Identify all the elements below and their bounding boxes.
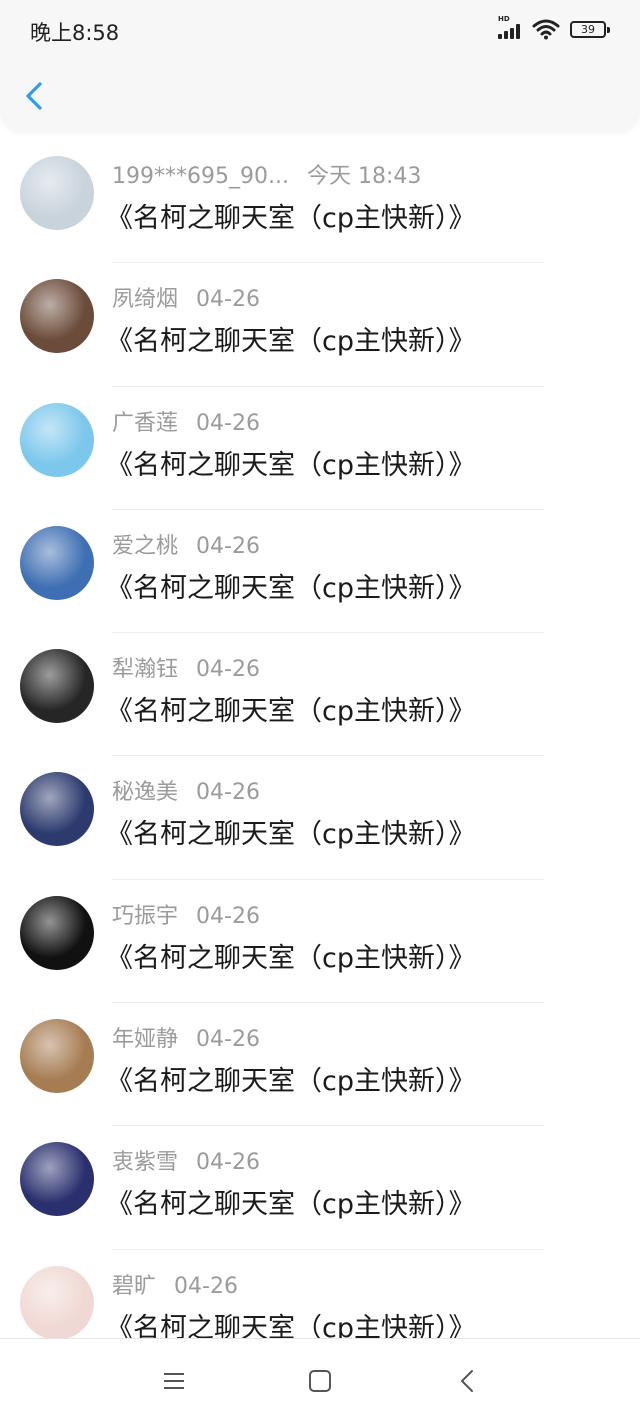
nav-header (0, 60, 640, 132)
sender-name: 广香莲 (112, 410, 179, 436)
message-list: 199***695_90... 今天 18:43 《名柯之聊天室（cp主快新）》 夙绮… (0, 140, 640, 1373)
avatar[interactable] (20, 156, 94, 230)
network-label: HD (498, 15, 510, 23)
sender-name: 199***695_90... (112, 164, 289, 189)
back-button[interactable] (18, 78, 54, 114)
list-item[interactable]: 爱之桃 04-26 《名柯之聊天室（cp主快新）》 (0, 510, 640, 634)
item-meta: 衷紫雪 04-26 (112, 1144, 260, 1176)
story-title: 《名柯之聊天室（cp主快新）》 (106, 326, 476, 358)
status-icons: HD 39 (498, 15, 610, 43)
menu-icon[interactable] (160, 1367, 188, 1395)
status-bar: 晚上8:58 HD 39 (0, 0, 640, 60)
story-title: 《名柯之聊天室（cp主快新）》 (106, 572, 476, 604)
system-nav-bar (0, 1338, 640, 1423)
timestamp: 04-26 (196, 657, 260, 683)
sender-name: 爱之桃 (112, 533, 179, 559)
item-meta: 199***695_90... 今天 18:43 (112, 158, 421, 190)
list-item[interactable]: 衷紫雪 04-26 《名柯之聊天室（cp主快新）》 (0, 1126, 640, 1250)
sender-name: 巧振宇 (112, 903, 179, 929)
item-meta: 广香莲 04-26 (112, 405, 260, 437)
wifi-icon (532, 19, 560, 40)
timestamp: 04-26 (174, 1273, 238, 1299)
timestamp: 今天 18:43 (306, 164, 422, 189)
list-item[interactable]: 秘逸美 04-26 《名柯之聊天室（cp主快新）》 (0, 756, 640, 880)
sender-name: 夙绮烟 (112, 287, 179, 313)
sender-name: 碧旷 (112, 1273, 157, 1299)
item-meta: 碧旷 04-26 (112, 1268, 238, 1300)
timestamp: 04-26 (196, 287, 260, 313)
sender-name: 犁瀚钰 (112, 657, 179, 683)
list-item[interactable]: 年娅静 04-26 《名柯之聊天室（cp主快新）》 (0, 1003, 640, 1127)
item-meta: 夙绮烟 04-26 (112, 281, 260, 313)
list-item[interactable]: 广香莲 04-26 《名柯之聊天室（cp主快新）》 (0, 387, 640, 510)
item-meta: 爱之桃 04-26 (112, 528, 260, 560)
story-title: 《名柯之聊天室（cp主快新）》 (106, 1189, 476, 1221)
timestamp: 04-26 (196, 903, 260, 929)
sender-name: 秘逸美 (112, 780, 179, 806)
battery-level: 39 (581, 23, 595, 36)
timestamp: 04-26 (196, 410, 260, 436)
story-title: 《名柯之聊天室（cp主快新）》 (106, 942, 476, 974)
avatar[interactable] (20, 279, 94, 354)
story-title: 《名柯之聊天室（cp主快新）》 (106, 449, 476, 481)
item-meta: 年娅静 04-26 (112, 1021, 260, 1053)
avatar[interactable] (20, 772, 94, 847)
list-item[interactable]: 199***695_90... 今天 18:43 《名柯之聊天室（cp主快新）》 (0, 140, 640, 264)
avatar[interactable] (20, 649, 94, 724)
story-title: 《名柯之聊天室（cp主快新）》 (106, 203, 476, 234)
story-title: 《名柯之聊天室（cp主快新）》 (106, 1066, 476, 1098)
battery-icon: 39 (570, 21, 610, 38)
timestamp: 04-26 (196, 1150, 260, 1176)
item-meta: 秘逸美 04-26 (112, 774, 260, 806)
sender-name: 年娅静 (112, 1027, 179, 1053)
avatar[interactable] (20, 1019, 94, 1094)
sender-name: 衷紫雪 (112, 1150, 179, 1176)
story-title: 《名柯之聊天室（cp主快新）》 (106, 696, 476, 728)
avatar[interactable] (20, 895, 94, 970)
signal-icon (498, 23, 524, 39)
timestamp: 04-26 (196, 780, 260, 806)
list-item[interactable]: 巧振宇 04-26 《名柯之聊天室（cp主快新）》 (0, 880, 640, 1004)
list-item[interactable]: 夙绮烟 04-26 《名柯之聊天室（cp主快新）》 (0, 263, 640, 387)
list-item[interactable]: 犁瀚钰 04-26 《名柯之聊天室（cp主快新）》 (0, 633, 640, 757)
chevron-left-icon (26, 82, 42, 110)
item-meta: 犁瀚钰 04-26 (112, 651, 260, 683)
home-square-icon[interactable] (306, 1367, 334, 1395)
avatar[interactable] (20, 1142, 94, 1217)
avatar[interactable] (20, 525, 94, 600)
story-title: 《名柯之聊天室（cp主快新）》 (106, 819, 476, 851)
status-time: 晚上8:58 (30, 21, 120, 45)
timestamp: 04-26 (196, 1027, 260, 1053)
timestamp: 04-26 (196, 533, 260, 559)
back-triangle-icon[interactable] (454, 1367, 482, 1395)
item-meta: 巧振宇 04-26 (112, 898, 260, 930)
avatar[interactable] (20, 402, 94, 477)
avatar[interactable] (20, 1265, 94, 1340)
